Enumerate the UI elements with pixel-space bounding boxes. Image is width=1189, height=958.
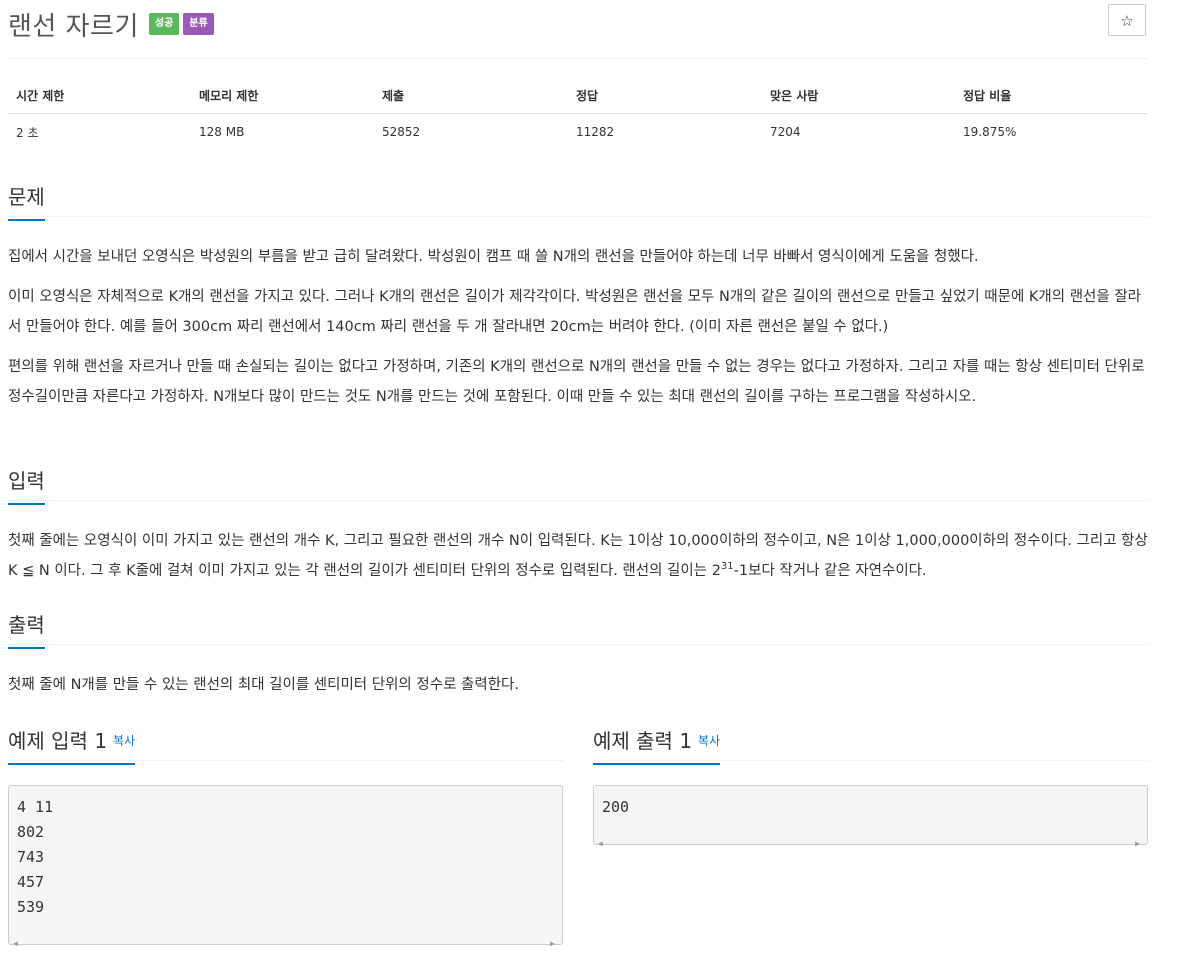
problem-info-table: 시간 제한 메모리 제한 제출 정답 맞은 사람 정답 비율 2 초 128 M… [8, 78, 1148, 150]
section-divider [593, 760, 1148, 761]
value-solved-users: 7204 [770, 125, 801, 139]
problem-header: 랜선 자르기 성공 분류 [8, 4, 214, 44]
sample-input-box[interactable]: 4 11 802 743 457 539 ◀ ▶ [8, 785, 563, 948]
output-title: 출력 [8, 613, 45, 637]
description-paragraph-2: 이미 오영식은 자체적으로 K개의 랜선을 가지고 있다. 그러나 K개의 랜선… [8, 289, 1142, 335]
star-icon: ☆ [1120, 12, 1134, 30]
header-solved-users: 맞은 사람 [762, 78, 955, 114]
scroll-right-icon[interactable]: ▶ [550, 931, 555, 956]
input-title: 입력 [8, 469, 45, 493]
description-heading: 문제 [8, 181, 45, 221]
section-divider [8, 760, 563, 761]
section-divider [8, 644, 1148, 645]
sample-output-line: 200 [602, 798, 630, 816]
favorite-button[interactable]: ☆ [1108, 4, 1146, 36]
sample-input-title: 예제 입력 1 [8, 729, 108, 753]
value-memory-limit: 128 MB [199, 125, 245, 139]
input-text-main: 첫째 줄에는 오영식이 이미 가지고 있는 랜선의 개수 K, 그리고 필요한 … [8, 533, 1148, 579]
sample-input-line: 457 [17, 873, 45, 891]
info-value-row: 2 초 128 MB 52852 11282 7204 19.875% [8, 114, 1148, 151]
class-badge[interactable]: 분류 [183, 13, 214, 35]
heading-underline [593, 763, 721, 765]
section-divider [8, 500, 1148, 501]
heading-underline [8, 219, 45, 221]
heading-underline [8, 647, 45, 649]
description-paragraph-1: 집에서 시간을 보내던 오영식은 박성원의 부름을 받고 급히 달려왔다. 박성… [8, 249, 979, 265]
copy-sample-input-button[interactable]: 복사 [113, 734, 135, 748]
output-description: 첫째 줄에 N개를 만들 수 있는 랜선의 최대 길이를 센티미터 단위의 정수… [8, 677, 519, 693]
sample-input-line: 4 11 [17, 798, 54, 816]
input-description: 첫째 줄에는 오영식이 이미 가지고 있는 랜선의 개수 K, 그리고 필요한 … [8, 526, 1148, 586]
success-badge[interactable]: 성공 [148, 13, 180, 35]
output-heading: 출력 [8, 609, 45, 649]
header-memory-limit: 메모리 제한 [191, 78, 374, 114]
heading-underline [8, 503, 45, 505]
header-divider [8, 58, 1148, 59]
description-title: 문제 [8, 185, 45, 209]
value-accept-ratio: 19.875% [963, 125, 1017, 139]
header-time-limit: 시간 제한 [8, 78, 191, 114]
description-paragraph-3: 편의를 위해 랜선을 자르거나 만들 때 손실되는 길이는 없다고 가정하며, … [8, 359, 1145, 405]
sample-input-line: 539 [17, 898, 45, 916]
problem-title: 랜선 자르기 [8, 11, 139, 42]
section-divider [8, 216, 1148, 217]
copy-sample-output-button[interactable]: 복사 [698, 734, 720, 748]
input-heading: 입력 [8, 465, 45, 505]
input-text-tail: -1보다 작거나 같은 자연수이다. [733, 563, 927, 579]
scroll-left-icon[interactable]: ◀ [598, 831, 603, 856]
horizontal-scrollbar[interactable]: ◀ ▶ [9, 928, 562, 948]
value-accepted: 11282 [576, 125, 615, 139]
value-time-limit: 2 초 [16, 125, 39, 140]
exponent: 31 [720, 561, 734, 572]
header-accepted: 정답 [568, 78, 762, 114]
value-submissions: 52852 [382, 125, 421, 139]
heading-underline [8, 763, 136, 765]
sample-output-heading: 예제 출력 1 복사 [593, 725, 721, 765]
sample-output-box[interactable]: 200 ◀ ▶ [593, 785, 1148, 848]
scroll-left-icon[interactable]: ◀ [13, 931, 18, 956]
sample-output-title: 예제 출력 1 [593, 729, 693, 753]
sample-input-heading: 예제 입력 1 복사 [8, 725, 136, 765]
header-accept-ratio: 정답 비율 [955, 78, 1148, 114]
horizontal-scrollbar[interactable]: ◀ ▶ [594, 828, 1147, 848]
scroll-right-icon[interactable]: ▶ [1135, 831, 1140, 856]
sample-input-line: 802 [17, 823, 45, 841]
header-submissions: 제출 [374, 78, 568, 114]
info-header-row: 시간 제한 메모리 제한 제출 정답 맞은 사람 정답 비율 [8, 78, 1148, 114]
sample-input-line: 743 [17, 848, 45, 866]
